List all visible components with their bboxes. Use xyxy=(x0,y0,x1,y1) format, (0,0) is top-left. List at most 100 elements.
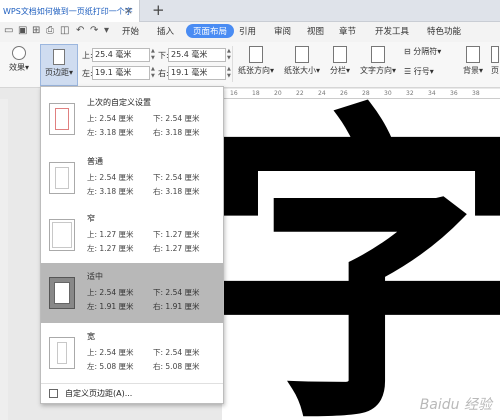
top-margin-spinner[interactable]: ▲ ▼ xyxy=(151,48,157,62)
folder-icon[interactable]: ⊞ xyxy=(32,25,40,36)
menu-references[interactable]: 引用 xyxy=(239,25,256,37)
save-icon[interactable]: ▣ xyxy=(18,25,27,36)
top-margin-label: 上: xyxy=(82,50,93,60)
ribbon-divider xyxy=(232,46,233,82)
menu-special[interactable]: 特色功能 xyxy=(427,25,461,37)
print-icon[interactable]: ⎙ xyxy=(46,25,54,36)
preview-icon[interactable]: ◫ xyxy=(60,25,69,36)
bottom-margin-row: 下: 25.4 毫米 ▲ ▼ xyxy=(158,48,233,62)
margin-preset-narrow[interactable]: 窄 上: 1.27 厘米 下: 1.27 厘米 左: 1.27 厘米 右: 1.… xyxy=(41,205,223,265)
menu-bar: ▭ ▣ ⊞ ⎙ ◫ ↶ ↷ ▾ 开始 插入 页面布局 引用 审阅 视图 章节 开… xyxy=(0,22,500,42)
margin-preset-normal[interactable]: 普通 上: 2.54 厘米 下: 2.54 厘米 左: 3.18 厘米 右: 3… xyxy=(41,148,223,208)
preset-bottom: 下: 1.27 厘米 xyxy=(153,230,200,239)
document-tab[interactable]: WPS文档如何做到一页纸打印一个字 × xyxy=(0,0,140,22)
preset-right: 右: 1.91 厘米 xyxy=(153,302,200,311)
ruler-tick: 36 xyxy=(450,90,458,97)
margins-label: 页边距 xyxy=(44,68,69,77)
effect-label: 效果 xyxy=(8,63,25,72)
margin-preset-wide[interactable]: 宽 上: 2.54 厘米 下: 2.54 厘米 左: 5.08 厘米 右: 5.… xyxy=(41,323,223,383)
bottom-margin-field[interactable]: 25.4 毫米 xyxy=(168,48,226,62)
background-icon xyxy=(466,46,480,63)
menu-developer[interactable]: 开发工具 xyxy=(375,25,409,37)
menu-page-layout[interactable]: 页面布局 xyxy=(186,24,235,38)
large-character: 字 xyxy=(222,99,500,420)
right-margin-field[interactable]: 19.1 毫米 xyxy=(168,66,226,80)
preset-top: 上: 1.27 厘米 xyxy=(87,230,134,239)
redo-icon[interactable]: ↷ xyxy=(90,25,98,36)
preset-right: 右: 3.18 厘米 xyxy=(153,128,200,137)
preset-bottom: 下: 2.54 厘米 xyxy=(153,114,200,123)
preset-bottom: 下: 2.54 厘米 xyxy=(153,348,200,357)
ruler-tick: 28 xyxy=(362,90,370,97)
new-tab-icon[interactable]: + xyxy=(152,1,165,19)
paper-size-label: 纸张大小 xyxy=(283,66,316,75)
page-thumbnail-icon xyxy=(49,277,75,309)
right-margin-label: 右: xyxy=(158,68,169,78)
columns-label: 分栏 xyxy=(329,66,346,75)
page-border-label: 页 xyxy=(491,66,499,75)
margin-preset-moderate[interactable]: 适中 上: 2.54 厘米 下: 2.54 厘米 左: 1.91 厘米 右: 1… xyxy=(41,263,223,323)
ruler-tick: 34 xyxy=(428,90,436,97)
ruler-tick: 22 xyxy=(296,90,304,97)
background-button[interactable]: 背景▾ xyxy=(458,46,488,76)
preset-top: 上: 2.54 厘米 xyxy=(87,114,134,123)
line-number-label: 行号 xyxy=(413,67,430,76)
preset-left: 左: 3.18 厘米 xyxy=(87,128,134,137)
line-number-icon: ☰ xyxy=(404,67,412,76)
ruler-tick: 30 xyxy=(384,90,392,97)
page-thumbnail-icon xyxy=(49,103,75,135)
document-page[interactable]: 字 Baidu 经验 xyxy=(222,99,500,420)
paper-size-icon xyxy=(295,46,309,63)
orientation-label: 纸张方向 xyxy=(237,66,270,75)
preset-right: 右: 3.18 厘米 xyxy=(153,187,200,196)
margins-button[interactable]: 页边距▾ xyxy=(40,44,78,86)
custom-margins-item[interactable]: 自定义页边距(A)... xyxy=(41,383,223,403)
ruler-tick: 26 xyxy=(340,90,348,97)
preset-name: 普通 xyxy=(87,157,103,166)
menu-review[interactable]: 审阅 xyxy=(274,25,291,37)
preset-bottom: 下: 2.54 厘米 xyxy=(153,288,200,297)
vertical-ruler xyxy=(0,99,8,420)
undo-icon[interactable]: ↶ xyxy=(76,25,84,36)
page-thumbnail-icon xyxy=(49,219,75,251)
page-border-icon xyxy=(491,46,499,63)
horizontal-ruler[interactable]: 16 18 20 22 24 26 28 30 32 34 36 38 xyxy=(222,89,500,99)
effect-button[interactable]: 效果▾ xyxy=(4,46,34,73)
new-doc-icon[interactable]: ▭ xyxy=(4,25,13,36)
text-direction-label: 文字方向 xyxy=(359,66,392,75)
preset-name: 上次的自定义设置 xyxy=(87,98,151,107)
line-number-button[interactable]: ☰ 行号▾ xyxy=(404,66,450,77)
menu-view[interactable]: 视图 xyxy=(307,25,324,37)
close-icon[interactable]: × xyxy=(124,4,133,17)
preset-name: 宽 xyxy=(87,332,95,341)
breaks-button[interactable]: ⊟ 分隔符▾ xyxy=(404,46,450,57)
effect-icon xyxy=(12,46,26,60)
top-margin-field[interactable]: 25.4 毫米 xyxy=(92,48,150,62)
columns-icon xyxy=(333,46,347,63)
left-margin-field[interactable]: 19.1 毫米 xyxy=(92,66,150,80)
text-direction-button[interactable]: 文字方向▾ xyxy=(358,46,398,76)
columns-button[interactable]: 分栏▾ xyxy=(326,46,354,76)
page-border-button[interactable]: 页 xyxy=(490,46,500,76)
preset-top: 上: 2.54 厘米 xyxy=(87,173,134,182)
orientation-icon xyxy=(249,46,263,63)
paper-size-button[interactable]: 纸张大小▾ xyxy=(282,46,322,76)
more-icon[interactable]: ▾ xyxy=(104,25,109,36)
margins-dropdown: 上次的自定义设置 上: 2.54 厘米 下: 2.54 厘米 左: 3.18 厘… xyxy=(40,86,224,404)
right-margin-row: 右: 19.1 毫米 ▲ ▼ xyxy=(158,66,233,80)
preset-left: 左: 1.91 厘米 xyxy=(87,302,134,311)
bottom-margin-label: 下: xyxy=(158,50,169,60)
orientation-button[interactable]: 纸张方向▾ xyxy=(236,46,276,76)
preset-left: 左: 5.08 厘米 xyxy=(87,362,134,371)
preset-top: 上: 2.54 厘米 xyxy=(87,348,134,357)
left-margin-row: 左: 19.1 毫米 ▲ ▼ xyxy=(82,66,157,80)
custom-margins-label: 自定义页边距(A)... xyxy=(65,389,133,398)
document-title: WPS文档如何做到一页纸打印一个字 xyxy=(3,6,133,16)
menu-insert[interactable]: 插入 xyxy=(157,25,174,37)
menu-chapter[interactable]: 章节 xyxy=(339,25,356,37)
margin-preset-last-custom[interactable]: 上次的自定义设置 上: 2.54 厘米 下: 2.54 厘米 左: 3.18 厘… xyxy=(41,89,223,149)
preset-right: 右: 1.27 厘米 xyxy=(153,244,200,253)
preset-top: 上: 2.54 厘米 xyxy=(87,288,134,297)
menu-home[interactable]: 开始 xyxy=(122,25,139,37)
left-margin-spinner[interactable]: ▲ ▼ xyxy=(151,66,157,80)
